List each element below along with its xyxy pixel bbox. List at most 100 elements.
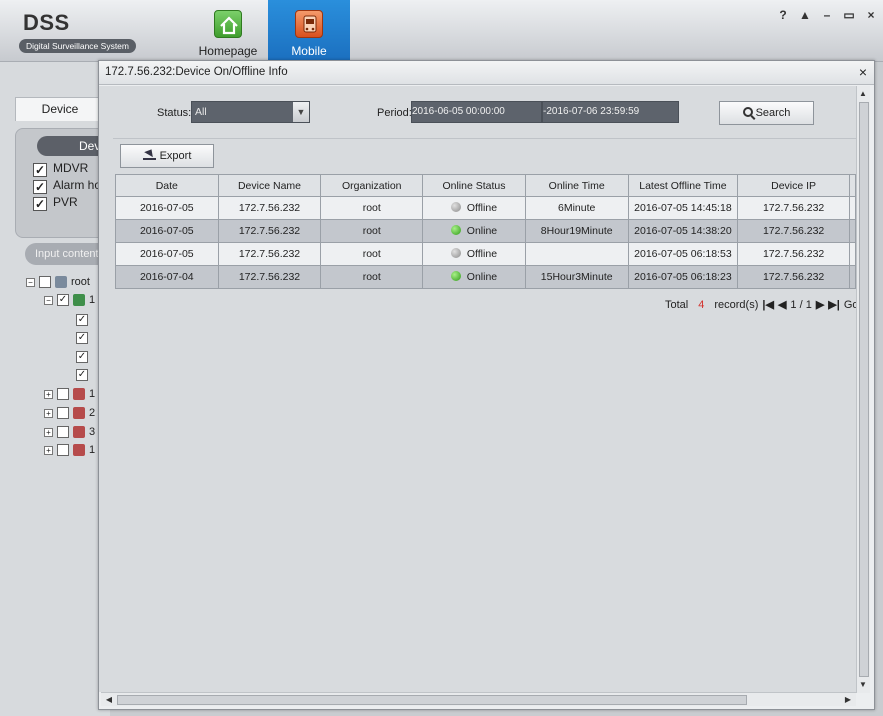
cell-latest-offline-time: 2016-07-05 14:45:18 — [627, 196, 739, 220]
expand-icon[interactable]: + — [44, 389, 53, 399]
scroll-left-icon[interactable]: ◀ — [103, 694, 115, 706]
nav-tab-homepage[interactable]: Homepage — [187, 0, 269, 62]
expand-icon[interactable]: + — [44, 445, 53, 455]
cell-overflow — [848, 196, 856, 220]
tree-row-root[interactable]: − root — [26, 274, 90, 290]
column-header-online-status[interactable]: Online Status — [422, 174, 526, 197]
cell-online-status: Online — [422, 265, 526, 289]
nav-tab-mobile[interactable]: Mobile — [268, 0, 350, 62]
cell-date: 2016-07-04 — [115, 265, 219, 289]
close-icon[interactable]: × — [865, 8, 877, 22]
cell-overflow — [848, 219, 856, 243]
tree-checkbox[interactable]: ✓ — [76, 332, 88, 344]
column-header-overflow — [848, 174, 856, 197]
table-row[interactable]: 2016-07-04 172.7.56.232 root Online 15Ho… — [115, 265, 856, 289]
tree-checkbox[interactable] — [57, 426, 69, 438]
prev-page-icon[interactable]: ◀ — [778, 298, 786, 311]
help-icon[interactable]: ? — [777, 8, 789, 22]
next-page-icon[interactable]: ▶ — [816, 298, 824, 311]
expand-icon[interactable]: + — [44, 427, 53, 437]
period-end-input[interactable]: -2016-07-06 23:59:59 — [542, 101, 679, 123]
cell-latest-offline-time: 2016-07-05 06:18:53 — [627, 242, 739, 266]
cell-date: 2016-07-05 — [115, 242, 219, 266]
tree-row[interactable]: − ✓ 1 — [44, 292, 95, 308]
column-header-device-name[interactable]: Device Name — [217, 174, 322, 197]
bus-icon — [295, 10, 323, 38]
offline-status-icon — [450, 248, 461, 258]
tree-row[interactable]: ✓ — [76, 367, 88, 383]
search-button[interactable]: Search — [719, 101, 814, 125]
lock-icon[interactable]: ▲ — [799, 8, 811, 22]
first-page-icon[interactable]: |◀ — [762, 298, 774, 311]
cell-device-ip: 172.7.56.232 — [737, 265, 850, 289]
bus-icon — [73, 294, 85, 306]
collapse-icon[interactable]: − — [26, 277, 35, 287]
column-header-latest-offline-time[interactable]: Latest Offline Time — [627, 174, 739, 197]
period-end-value: 2016-07-06 23:59:59 — [546, 106, 640, 117]
table-row[interactable]: 2016-07-05 172.7.56.232 root Offline 6Mi… — [115, 196, 856, 220]
period-label: Period: — [377, 107, 412, 119]
table-header-row: Date Device Name Organization Online Sta… — [115, 174, 856, 197]
status-label: Status: — [157, 107, 192, 119]
checkbox-icon: ✓ — [33, 180, 47, 194]
minimize-icon[interactable]: – — [821, 8, 833, 22]
cell-online-time — [524, 242, 629, 266]
cell-device-ip: 172.7.56.232 — [737, 242, 850, 266]
pager-total-label: Total — [665, 298, 689, 311]
vertical-scroll-thumb[interactable] — [859, 102, 869, 677]
pager-goto-label[interactable]: Go to — [844, 299, 856, 311]
horizontal-scrollbar[interactable]: ◀ ▶ — [101, 692, 856, 706]
checkbox-label: PVR — [53, 195, 78, 209]
tree-checkbox[interactable] — [39, 276, 51, 288]
tree-row[interactable]: ✓ — [76, 330, 88, 346]
tree-row[interactable]: +2 — [44, 405, 95, 421]
collapse-icon[interactable]: − — [44, 295, 53, 305]
status-text: Online — [466, 225, 498, 237]
tree-checkbox[interactable]: ✓ — [76, 369, 88, 381]
tree-checkbox[interactable]: ✓ — [57, 294, 69, 306]
tree-checkbox[interactable] — [57, 444, 69, 456]
bus-icon — [73, 407, 85, 419]
dialog-title: 172.7.56.232:Device On/Offline Info — [105, 66, 288, 78]
table-row[interactable]: 2016-07-05 172.7.56.232 root Online 8Hou… — [115, 219, 856, 243]
pager-page-text: 1 / 1 — [790, 298, 812, 311]
vertical-scrollbar[interactable]: ▲ ▼ — [856, 86, 870, 693]
scroll-down-icon[interactable]: ▼ — [857, 679, 869, 691]
export-button[interactable]: Export — [120, 144, 214, 168]
status-select[interactable]: All ▼ — [191, 101, 310, 123]
tree-row[interactable]: +1 — [44, 442, 95, 458]
online-offline-table: Date Device Name Organization Online Sta… — [115, 174, 856, 289]
dropdown-arrow-icon[interactable]: ▼ — [293, 102, 309, 122]
tree-row[interactable]: ✓ — [76, 312, 88, 328]
period-start-input[interactable]: 2016-06-05 00:00:00 — [411, 101, 542, 123]
tree-checkbox[interactable] — [57, 388, 69, 400]
cell-device-name: 172.7.56.232 — [217, 196, 322, 220]
last-page-icon[interactable]: ▶| — [828, 298, 840, 311]
close-icon[interactable]: × — [855, 61, 871, 83]
expand-icon[interactable]: + — [44, 408, 53, 418]
scroll-up-icon[interactable]: ▲ — [857, 88, 869, 100]
tree-checkbox[interactable] — [57, 407, 69, 419]
column-header-device-ip[interactable]: Device IP — [737, 174, 850, 197]
tree-row[interactable]: +1 — [44, 386, 95, 402]
cell-date: 2016-07-05 — [115, 219, 219, 243]
column-header-organization[interactable]: Organization — [320, 174, 424, 197]
app-header: DSS Digital Surveillance System Homepage… — [0, 0, 883, 62]
cell-online-time: 8Hour19Minute — [524, 219, 629, 243]
tree-row[interactable]: +3 — [44, 424, 95, 440]
tree-row[interactable]: ✓ — [76, 349, 88, 365]
tree-checkbox[interactable]: ✓ — [76, 351, 88, 363]
nav-tab-label: Homepage — [198, 44, 258, 58]
tab-device[interactable]: Device — [15, 97, 105, 121]
bus-icon — [73, 426, 85, 438]
tree-checkbox[interactable]: ✓ — [76, 314, 88, 326]
tree-label: 1 — [89, 294, 96, 306]
checkbox-label: MDVR — [53, 161, 89, 175]
scroll-right-icon[interactable]: ▶ — [842, 694, 854, 706]
column-header-date[interactable]: Date — [115, 174, 219, 197]
column-header-online-time[interactable]: Online Time — [524, 174, 629, 197]
table-row[interactable]: 2016-07-05 172.7.56.232 root Offline 201… — [115, 242, 856, 266]
status-text: Offline — [466, 202, 498, 214]
horizontal-scroll-thumb[interactable] — [117, 695, 747, 705]
maximize-icon[interactable]: ▭ — [843, 8, 855, 22]
